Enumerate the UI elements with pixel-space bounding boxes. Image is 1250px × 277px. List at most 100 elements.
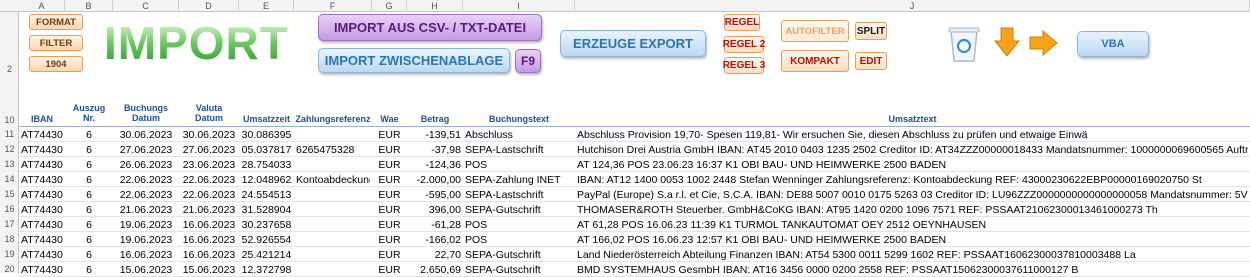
cell-ref[interactable] xyxy=(296,188,370,202)
edit-button[interactable]: EDIT xyxy=(855,52,887,70)
autofilter-button[interactable]: AUTOFILTER xyxy=(781,20,849,42)
cell-iban[interactable]: AT744300( xyxy=(21,158,63,172)
cell-iban[interactable]: AT744300( xyxy=(21,143,63,157)
row-header[interactable]: 13 xyxy=(0,159,19,169)
row-header[interactable]: 19 xyxy=(0,249,19,259)
cell-w[interactable]: EUR xyxy=(374,248,405,262)
cell-betrag[interactable]: 2.650,69 xyxy=(409,263,461,277)
row-header[interactable]: 11 xyxy=(0,129,19,139)
cell-bt[interactable]: SEPA-Gutschrift xyxy=(465,203,573,217)
cell-vd[interactable]: 16.06.2023 xyxy=(181,218,237,232)
cell-iban[interactable]: AT744300( xyxy=(21,218,63,232)
cell-w[interactable]: EUR xyxy=(374,173,405,187)
export-button[interactable]: ERZEUGE EXPORT xyxy=(560,30,706,57)
format-button[interactable]: FORMAT xyxy=(29,14,83,30)
row-header[interactable]: 14 xyxy=(0,174,19,184)
cell-w[interactable]: EUR xyxy=(374,128,405,142)
cell-ut[interactable]: AT 124,36 POS 23.06.23 16:37 K1 OBI BAU-… xyxy=(577,158,1248,172)
table-row[interactable]: AT744300( 6 21.06.2023 21.06.2023 31.528904 E… xyxy=(19,203,1250,217)
col-header-j[interactable]: J xyxy=(575,0,1250,12)
cell-ref[interactable] xyxy=(296,128,370,142)
cell-ut[interactable]: AT 166,02 POS 16.06.23 12:57 K1 OBI BAU-… xyxy=(577,233,1248,247)
cell-iban[interactable]: AT744300( xyxy=(21,128,63,142)
table-row[interactable]: AT744300(6 19.06.2023 16.06.2023 52.926554 E… xyxy=(19,233,1250,247)
cell-bd[interactable]: 21.06.2023 xyxy=(115,203,177,217)
f9-button[interactable]: F9 xyxy=(515,49,541,73)
import-clipboard-button[interactable]: IMPORT ZWISCHENABLAGE xyxy=(318,48,510,73)
cell-w[interactable]: EUR xyxy=(374,158,405,172)
table-row[interactable]: AT744300(6 22.06.2023 22.06.2023 24.554513 E… xyxy=(19,188,1250,202)
cell-vd[interactable]: 21.06.2023 xyxy=(181,203,237,217)
cell-bd[interactable]: 22.06.2023 xyxy=(115,173,177,187)
cell-betrag[interactable]: -595,00 xyxy=(409,188,461,202)
table-row[interactable]: AT744300(6 30.06.2023 30.06.2023 30.086395 E… xyxy=(19,128,1250,142)
cell-ut[interactable]: Land Niederösterreich Abteilung Finanzen… xyxy=(577,248,1248,262)
cell-vd[interactable]: 15.06.2023 xyxy=(181,263,237,277)
cell-bd[interactable]: 16.06.2023 xyxy=(115,248,177,262)
col-header-d[interactable]: D xyxy=(179,0,239,12)
cell-bd[interactable]: 19.06.2023 xyxy=(115,218,177,232)
cell-ut[interactable]: Abschluss Provision 19,70- Spesen 119,81… xyxy=(577,128,1248,142)
row-header[interactable]: 16 xyxy=(0,204,19,214)
cell-zeit[interactable]: 30.237658 xyxy=(241,218,292,232)
table-row[interactable]: AT744300( 6 19.06.2023 16.06.2023 30.237658 E… xyxy=(19,218,1250,232)
cell-bt[interactable]: POS xyxy=(465,233,573,247)
table-row[interactable]: AT744300(6 15.06.2023 15.06.2023 12.372798 E… xyxy=(19,263,1250,277)
table-row[interactable]: AT744300(6 22.06.2023 22.06.2023 12.048962 K… xyxy=(19,173,1250,187)
cell-ut[interactable]: BMD SYSTEMHAUS GesmbH IBAN: AT16 3456 00… xyxy=(577,263,1248,277)
cell-nr[interactable]: 6 xyxy=(67,263,111,277)
cell-nr[interactable]: 6 xyxy=(67,203,111,217)
cell-bd[interactable]: 15.06.2023 xyxy=(115,263,177,277)
cell-nr[interactable]: 6 xyxy=(67,233,111,247)
cell-ut[interactable]: PayPal (Europe) S.a r.l. et Cie, S.C.A. … xyxy=(577,188,1248,202)
cell-vd[interactable]: 23.06.2023 xyxy=(181,158,237,172)
cell-ref[interactable]: Kontoabdeckung xyxy=(296,173,370,187)
cell-ref[interactable] xyxy=(296,218,370,232)
cell-ref[interactable] xyxy=(296,203,370,217)
cell-betrag[interactable]: -139,51 xyxy=(409,128,461,142)
cell-nr[interactable]: 6 xyxy=(67,248,111,262)
table-row[interactable]: AT744300(6 27.06.2023 27.06.2023 05.037817 6… xyxy=(19,143,1250,157)
row-header[interactable]: 18 xyxy=(0,234,19,244)
cell-w[interactable]: EUR xyxy=(374,233,405,247)
cell-zeit[interactable]: 31.528904 xyxy=(241,203,292,217)
cell-betrag[interactable]: -61,28 xyxy=(409,218,461,232)
cell-betrag[interactable]: 22,70 xyxy=(409,248,461,262)
vba-button[interactable]: VBA xyxy=(1077,31,1149,57)
1904-button[interactable]: 1904 xyxy=(29,56,83,72)
cell-vd[interactable]: 16.06.2023 xyxy=(181,248,237,262)
cell-nr[interactable]: 6 xyxy=(67,188,111,202)
cell-iban[interactable]: AT744300( xyxy=(21,173,63,187)
cell-bd[interactable]: 26.06.2023 xyxy=(115,158,177,172)
row-header[interactable]: 2 xyxy=(0,64,19,74)
cell-nr[interactable]: 6 xyxy=(67,218,111,232)
cell-zeit[interactable]: 12.048962 xyxy=(241,173,292,187)
cell-bd[interactable]: 27.06.2023 xyxy=(115,143,177,157)
cell-ref[interactable] xyxy=(296,233,370,247)
cell-zeit[interactable]: 12.372798 xyxy=(241,263,292,277)
regel2-button[interactable]: REGEL 2 xyxy=(723,36,765,53)
cell-bt[interactable]: POS xyxy=(465,218,573,232)
cell-bt[interactable]: Abschluss xyxy=(465,128,573,142)
cell-iban[interactable]: AT744300( xyxy=(21,203,63,217)
cell-ut[interactable]: IBAN: AT12 1400 0053 1002 2448 Stefan We… xyxy=(577,173,1248,187)
cell-vd[interactable]: 22.06.2023 xyxy=(181,173,237,187)
cell-ut[interactable]: THOMASER&ROTH Steuerber. GmbH&CoKG IBAN:… xyxy=(577,203,1248,217)
arrow-down-icon[interactable] xyxy=(994,26,1020,58)
cell-zeit[interactable]: 28.754033 xyxy=(241,158,292,172)
cell-betrag[interactable]: 396,00 xyxy=(409,203,461,217)
col-header-h[interactable]: H xyxy=(407,0,463,12)
row-header[interactable]: 17 xyxy=(0,219,19,229)
cell-vd[interactable]: 27.06.2023 xyxy=(181,143,237,157)
cell-iban[interactable]: AT744300( xyxy=(21,263,63,277)
cell-w[interactable]: EUR xyxy=(374,203,405,217)
recycle-bin-icon[interactable] xyxy=(946,25,982,63)
col-header-a[interactable]: A xyxy=(19,0,65,12)
col-header-f[interactable]: F xyxy=(294,0,372,12)
regel3-button[interactable]: REGEL 3 xyxy=(723,57,765,74)
col-header-i[interactable]: I xyxy=(463,0,575,12)
cell-ut[interactable]: Hutchison Drei Austria GmbH IBAN: AT45 2… xyxy=(577,143,1248,157)
row-header[interactable]: 12 xyxy=(0,144,19,154)
col-header-e[interactable]: E xyxy=(239,0,294,12)
cell-w[interactable]: EUR xyxy=(374,218,405,232)
